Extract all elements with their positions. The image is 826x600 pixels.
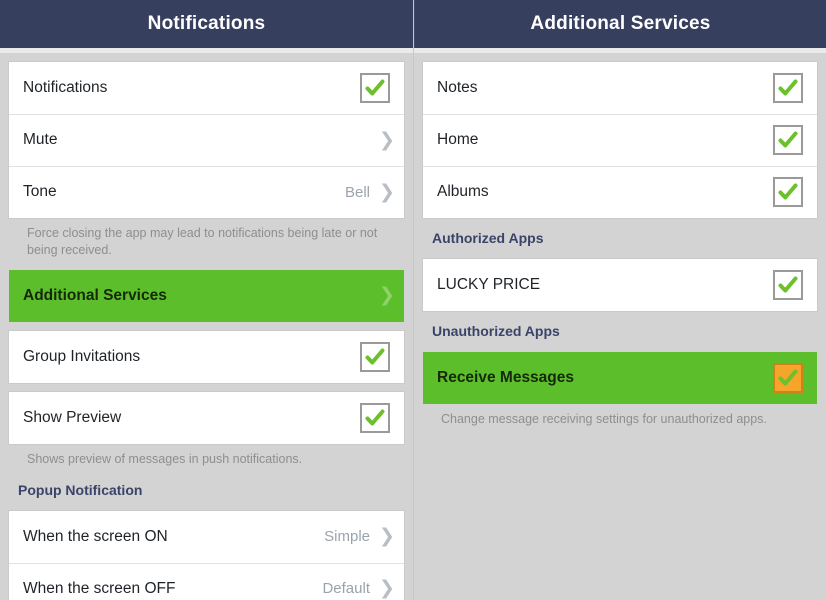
row-additional-services[interactable]: Additional Services ❯ — [9, 270, 404, 322]
row-lucky-price[interactable]: LUCKY PRICE — [423, 259, 817, 311]
additional-services-titlebar: Additional Services — [414, 0, 826, 48]
row-notifications[interactable]: Notifications — [9, 62, 404, 114]
row-label: Group Invitations — [23, 347, 141, 365]
notifications-panel: Notifications Notifications Mute ❯ Tone Bell… — [0, 0, 413, 600]
checkbox-lucky-price[interactable] — [773, 270, 803, 300]
notifications-body: Notifications Mute ❯ Tone Bell ❯ Force closing… — [0, 62, 413, 600]
header-gap — [414, 48, 826, 53]
additional-services-body: Notes Home Albums Authorized Apps LUCKY PRIC… — [414, 62, 826, 430]
row-receive-messages[interactable]: Receive Messages — [423, 352, 817, 404]
row-when-the-screen-on[interactable]: When the screen ON Simple ❯ — [9, 511, 404, 563]
row-label: Additional Services — [23, 286, 167, 304]
settings-screen: Notifications Notifications Mute ❯ Tone Bell… — [0, 0, 826, 600]
page-title: Notifications — [147, 13, 266, 34]
row-group-invitations[interactable]: Group Invitations — [9, 331, 404, 383]
services-card: Notes Home Albums — [423, 62, 817, 218]
checkbox-notifications[interactable] — [360, 73, 390, 103]
force-close-note: Force closing the app may lead to notifi… — [27, 226, 378, 257]
row-label: Tone — [23, 183, 57, 200]
receive-messages-card: Receive Messages — [423, 352, 817, 404]
group-invitations-card: Group Invitations — [9, 330, 404, 383]
checkbox-notes[interactable] — [773, 73, 803, 103]
row-label: Mute — [23, 131, 58, 148]
checkbox-home[interactable] — [773, 125, 803, 155]
popup-notification-header: Popup Notification — [18, 481, 143, 498]
notifications-titlebar: Notifications — [0, 0, 413, 48]
checkbox-group-invitations[interactable] — [360, 341, 390, 372]
row-tone[interactable]: Tone Bell ❯ — [9, 166, 404, 218]
row-label: Show Preview — [23, 408, 122, 426]
chevron-right-icon: ❯ — [379, 128, 395, 151]
additional-services-card: Additional Services ❯ — [9, 269, 404, 322]
additional-services-panel: Additional Services Notes Home Albums Autho… — [413, 0, 826, 600]
authorized-apps-card: LUCKY PRICE — [423, 259, 817, 311]
page-title: Additional Services — [530, 13, 711, 34]
row-label: When the screen ON — [23, 527, 168, 545]
row-albums[interactable]: Albums — [423, 166, 817, 218]
row-notes[interactable]: Notes — [423, 62, 817, 114]
chevron-right-icon: ❯ — [379, 180, 395, 203]
checkbox-receive-messages[interactable] — [773, 363, 803, 393]
popup-notification-card: When the screen ON Simple ❯ When the screen… — [9, 510, 404, 600]
receive-messages-note: Change message receiving settings for un… — [441, 412, 767, 426]
row-value: Simple — [324, 528, 370, 546]
row-show-preview[interactable]: Show Preview — [9, 392, 404, 444]
row-value: Bell — [344, 183, 370, 201]
row-label: Notifications — [23, 79, 108, 96]
row-when-the-screen-off[interactable]: When the screen OFF Default ❯ — [9, 562, 404, 600]
row-label: When the screen OFF — [23, 579, 176, 597]
row-label: Notes — [437, 79, 478, 96]
chevron-right-icon: ❯ — [379, 525, 395, 548]
row-label: Receive Messages — [437, 369, 575, 386]
notification-main-card: Notifications Mute ❯ Tone Bell ❯ — [9, 62, 404, 218]
checkbox-show-preview[interactable] — [360, 402, 390, 433]
show-preview-note: Shows preview of messages in push notifi… — [27, 451, 303, 466]
chevron-right-icon: ❯ — [379, 577, 395, 600]
show-preview-card: Show Preview — [9, 391, 404, 444]
row-value: Default — [322, 580, 370, 598]
row-label: Albums — [437, 183, 489, 200]
row-label: Home — [437, 131, 479, 148]
row-mute[interactable]: Mute ❯ — [9, 114, 404, 166]
unauthorized-apps-header: Unauthorized Apps — [432, 323, 560, 339]
row-label: LUCKY PRICE — [437, 276, 541, 293]
chevron-right-icon: ❯ — [379, 284, 395, 307]
checkbox-albums[interactable] — [773, 177, 803, 207]
row-home[interactable]: Home — [423, 114, 817, 166]
header-gap — [0, 48, 413, 53]
authorized-apps-header: Authorized Apps — [432, 230, 544, 246]
